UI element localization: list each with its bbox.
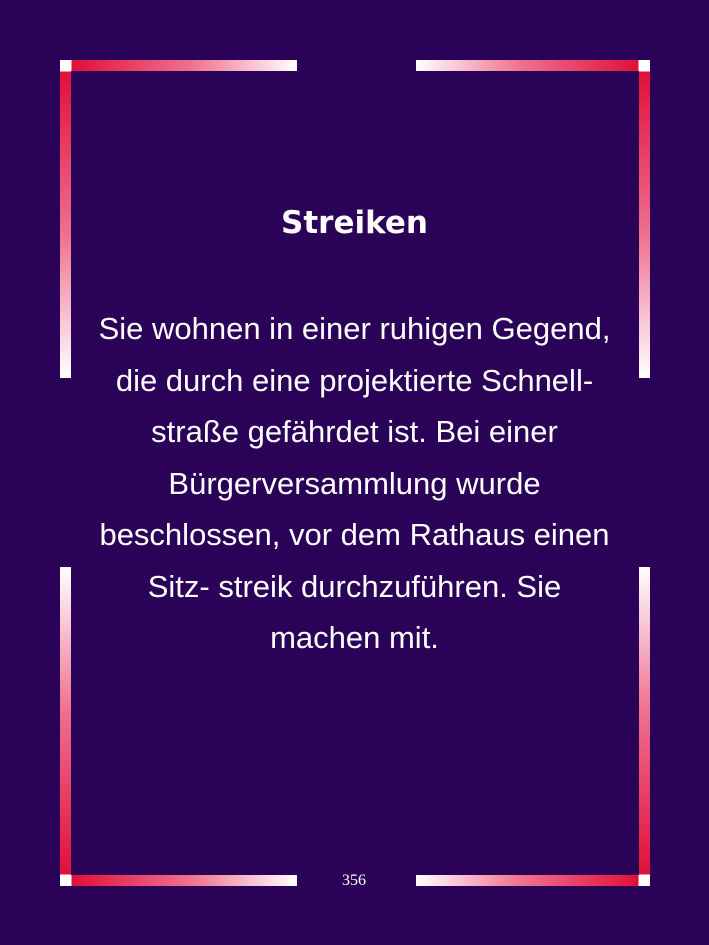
frame-corner-bottom-right-vertical [639,567,650,886]
frame-corner-bottom-right-horizontal [416,875,650,886]
frame-corner-bottom-left-horizontal [60,875,297,886]
card-body-text: Sie wohnen in einer ruhigen Gegend, die … [98,311,611,655]
frame-corner-top-right-horizontal [416,60,650,71]
frame-corner-bottom-left-vertical [60,567,71,886]
card-title: Streiken [281,205,428,241]
page-number: 356 [342,872,366,889]
card: Streiken Sie wohnen in einer ruhigen Geg… [0,0,709,945]
frame-corner-top-left-horizontal [60,60,297,71]
